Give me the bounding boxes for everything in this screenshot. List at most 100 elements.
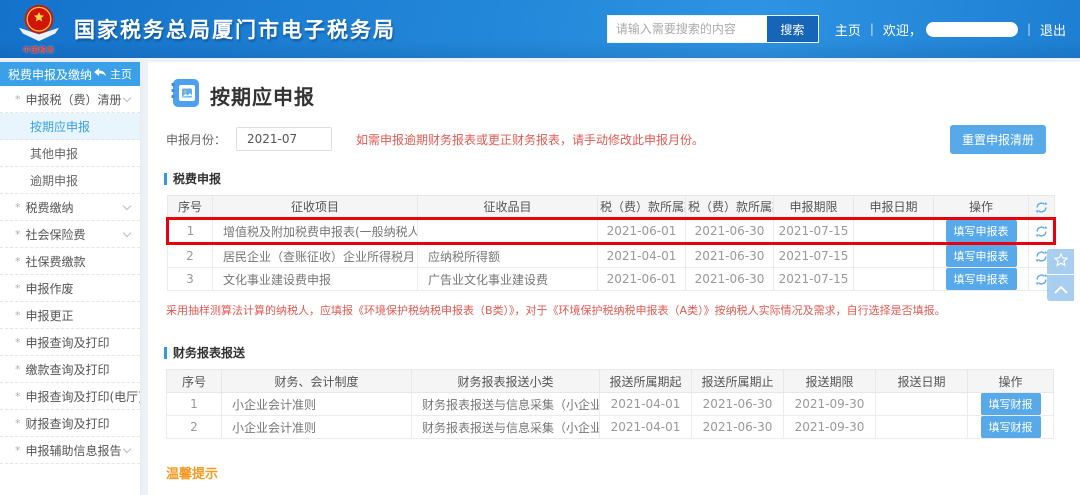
cell: 2021-07-15: [773, 267, 854, 291]
cell: 2: [166, 415, 222, 439]
sidebar-subitem-label: 其他申报: [30, 146, 79, 161]
column-header: 征收品目: [417, 195, 598, 219]
cell: 2021-06-30: [685, 267, 774, 291]
sidebar-item-11[interactable]: * 申报辅助信息报告: [0, 437, 140, 464]
column-header: 税（费）款所属期起: [597, 195, 686, 219]
logout-link[interactable]: 退出: [1040, 20, 1066, 39]
cell: 2021-07-15: [773, 217, 854, 245]
cell: [853, 217, 934, 245]
section-bar: [164, 346, 167, 359]
cell: 2021-06-30: [691, 415, 784, 439]
sidebar-item-6[interactable]: * 申报更正: [0, 302, 140, 329]
sidebar-item-10[interactable]: * 财报查询及打印: [0, 410, 140, 437]
column-header: 报送所属期止: [691, 369, 784, 393]
column-header: 报送所属期起: [599, 369, 692, 393]
fill-form-button[interactable]: 填写财报: [980, 416, 1041, 438]
fill-form-button[interactable]: 填写申报表: [945, 221, 1017, 241]
tax-filing-section-title: 税费申报: [164, 170, 1046, 187]
cell: 财务报表报送与信息采集（小企业会计准则）: [411, 392, 600, 416]
cell: [853, 267, 934, 291]
column-header: 财务、会计制度: [221, 369, 412, 393]
home-link[interactable]: 主页: [835, 20, 861, 39]
cell: 2021-09-30: [783, 415, 876, 439]
column-header: 操作: [933, 195, 1029, 219]
cell: [853, 243, 934, 268]
username-redacted: [925, 21, 1018, 37]
bullet: *: [15, 362, 21, 376]
bullet: *: [15, 200, 21, 214]
page-title: 按期应申报: [210, 84, 315, 109]
reset-filing-list-button[interactable]: 重置申报清册: [949, 125, 1046, 154]
sidebar-subitem-1-1[interactable]: 按期应申报: [0, 113, 140, 140]
tax-filing-table: 序号征收项目征收品目税（费）款所属期起税（费）款所属期止申报期限申报日期操作1增…: [166, 195, 1056, 291]
header-nav: 主页 | 欢迎， | 退出: [835, 20, 1066, 39]
back-to-top-button[interactable]: [1047, 275, 1074, 301]
cell: 2021-06-01: [597, 267, 686, 291]
column-header: 财务报表报送小类: [411, 369, 600, 393]
cell: 增值税及附加税费申报表(一般纳税人适用): [212, 217, 418, 245]
sidebar-item-5[interactable]: * 申报作废: [0, 275, 140, 302]
bullet: *: [15, 416, 21, 430]
cell: [875, 415, 968, 439]
bullet: *: [15, 281, 21, 295]
sidebar-item-7[interactable]: * 申报查询及打印: [0, 329, 140, 356]
refresh-all-icon[interactable]: [1028, 195, 1055, 219]
sidebar-item-label: 申报辅助信息报告: [25, 443, 122, 458]
action-cell: 填写申报表: [933, 267, 1029, 291]
page-title-row: 按期应申报: [170, 78, 1046, 112]
sidebar: 税费申报及缴纳 主页 * 申报税（费）清册 按期应申报其他申报逾期申报 * 税费缴纳 * 社…: [0, 62, 140, 495]
action-cell: 填写申报表: [933, 217, 1029, 245]
column-header: 操作: [967, 369, 1054, 393]
sidebar-item-2[interactable]: * 税费缴纳: [0, 194, 140, 221]
action-cell: 填写财报: [967, 415, 1054, 439]
sidebar-title: 税费申报及缴纳: [8, 67, 93, 82]
bullet: *: [15, 443, 21, 457]
main-content: 按期应申报 申报月份： 如需申报逾期财务报表或更正财务报表，请手动修改此申报月份…: [148, 62, 1080, 495]
sidebar-home-label: 主页: [110, 68, 132, 81]
sidebar-item-4[interactable]: * 社保费缴款: [0, 248, 140, 275]
search-input[interactable]: [607, 16, 766, 42]
table-row: 2居民企业（查账征收）企业所得税月（季）度申报应纳税所得额2021-04-012…: [167, 243, 1055, 268]
sidebar-item-9[interactable]: * 申报查询及打印(电厅): [0, 383, 140, 410]
refresh-row-icon[interactable]: [1028, 217, 1056, 245]
chevron-down-icon: [122, 444, 132, 453]
back-arrow-icon: [94, 67, 106, 81]
fill-form-button[interactable]: 填写申报表: [945, 245, 1017, 267]
star-icon: [1053, 252, 1069, 272]
cell: 2021-06-30: [685, 217, 774, 245]
favorite-button[interactable]: [1047, 249, 1074, 275]
sidebar-item-label: 申报查询及打印: [25, 335, 110, 350]
filing-month-input[interactable]: [236, 127, 333, 151]
sidebar-home-link[interactable]: 主页: [94, 66, 132, 82]
sidebar-item-label: 申报查询及打印(电厅): [25, 389, 141, 404]
filing-month-label: 申报月份：: [166, 132, 227, 147]
cell: 广告业文化事业建设费: [417, 267, 598, 291]
cell: 文化事业建设费申报: [212, 267, 418, 291]
cell: 小企业会计准则: [221, 415, 412, 439]
sidebar-subitem-1-3[interactable]: 逾期申报: [0, 167, 140, 194]
chevron-up-icon: [1053, 279, 1068, 298]
cell: 2021-07-15: [773, 243, 854, 268]
cell: 1: [166, 217, 213, 245]
fill-form-button[interactable]: 填写财报: [980, 393, 1041, 415]
column-header: 报送日期: [875, 369, 968, 393]
financial-report-section-title: 财务报表报送: [164, 344, 1046, 361]
table-row: 1增值税及附加税费申报表(一般纳税人适用) 2021-06-012021-06-3…: [166, 217, 1056, 245]
table-header-row: 序号 财务、会计制度 财务报表报送小类 报送所属期起 报送所属期止 报送期限 报送日期 操作: [166, 369, 1054, 393]
cell: 2021-06-01: [597, 217, 686, 245]
cell: 2021-04-01: [599, 392, 692, 416]
sidebar-item-label: 税费缴纳: [25, 200, 74, 215]
sidebar-header: 税费申报及缴纳 主页: [0, 62, 140, 86]
cell: 小企业会计准则: [221, 392, 412, 416]
sidebar-item-3[interactable]: * 社会保险费: [0, 221, 140, 248]
app-title: 国家税务总局厦门市电子税务局: [74, 18, 396, 42]
search-button[interactable]: 搜索: [765, 16, 818, 42]
sidebar-subitem-1-2[interactable]: 其他申报: [0, 140, 140, 167]
cell: 3: [167, 267, 213, 291]
fill-form-button[interactable]: 填写申报表: [945, 268, 1017, 290]
sidebar-item-1[interactable]: * 申报税（费）清册: [0, 86, 140, 113]
bullet: *: [15, 308, 21, 322]
search-box: 搜索: [606, 15, 819, 43]
sidebar-item-8[interactable]: * 缴款查询及打印: [0, 356, 140, 383]
filing-month-hint: 如需申报逾期财务报表或更正财务报表，请手动修改此申报月份。: [356, 132, 705, 147]
